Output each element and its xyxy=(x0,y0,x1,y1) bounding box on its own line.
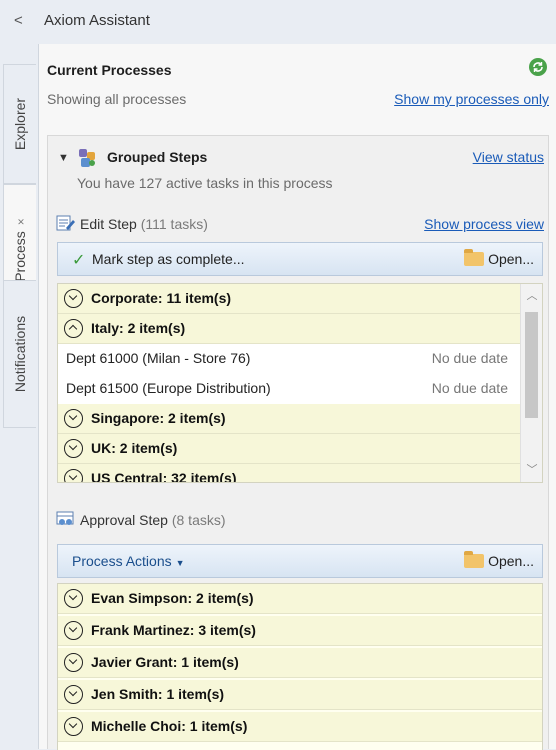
approval-step-task-count: (8 tasks) xyxy=(171,512,226,528)
edit-step-heading: Edit Step (111 tasks) xyxy=(80,216,208,232)
scroll-up-icon[interactable]: ︿ xyxy=(521,287,542,305)
view-status-link[interactable]: View status xyxy=(473,149,544,165)
group-row[interactable]: Jen Smith: 1 item(s) xyxy=(58,680,542,710)
open-button[interactable]: Open... xyxy=(464,249,534,267)
folder-icon xyxy=(464,249,485,266)
group-row-label: Michelle Choi: 1 item(s) xyxy=(91,718,248,734)
group-row-label: Italy: 2 item(s) xyxy=(91,320,186,336)
group-row-label: UK: 2 item(s) xyxy=(91,440,178,456)
scroll-down-icon[interactable]: ﹀ xyxy=(521,461,542,479)
group-row-label: Singapore: 2 item(s) xyxy=(91,410,226,426)
chevron-down-icon[interactable] xyxy=(64,289,83,308)
caret-down-icon: ▼ xyxy=(175,558,185,568)
current-processes-header: Current Processes Showing all processes … xyxy=(39,44,556,129)
approval-step-task-list: Evan Simpson: 2 item(s) Frank Martinez: … xyxy=(57,583,543,750)
tab-notifications-label: Notifications xyxy=(12,315,28,393)
show-process-view-link[interactable]: Show process view xyxy=(424,216,544,232)
group-row[interactable]: Evan Simpson: 2 item(s) xyxy=(58,584,542,614)
checkmark-icon: ✓ xyxy=(72,252,86,269)
tab-notifications[interactable]: Notifications xyxy=(3,280,36,428)
panel-title: Axiom Assistant xyxy=(44,12,150,29)
chevron-down-icon[interactable] xyxy=(64,589,83,608)
chevron-down-icon[interactable] xyxy=(64,685,83,704)
tab-process-label: Process xyxy=(12,231,28,282)
group-row[interactable]: Corporate: 11 item(s) xyxy=(58,284,542,314)
group-row[interactable]: Italy: 2 item(s) xyxy=(58,314,542,344)
group-row-label: Javier Grant: 1 item(s) xyxy=(91,654,239,670)
chevron-down-icon[interactable] xyxy=(64,717,83,736)
group-row-label: Frank Martinez: 3 item(s) xyxy=(91,622,256,638)
chevron-up-icon[interactable] xyxy=(64,319,83,338)
process-filter-status: Showing all processes xyxy=(47,91,187,107)
close-icon[interactable]: × xyxy=(14,218,28,225)
group-row[interactable]: Michelle Choi: 1 item(s) xyxy=(58,712,542,742)
edit-step-task-count: (111 tasks) xyxy=(140,216,208,232)
group-row-label: US Central: 32 item(s) xyxy=(91,470,237,483)
task-due-date: No due date xyxy=(431,380,508,396)
task-row[interactable]: Dept 61000 (Milan - Store 76) No due dat… xyxy=(58,344,542,374)
group-row[interactable]: Singapore: 2 item(s) xyxy=(58,404,542,434)
chevron-down-icon[interactable] xyxy=(64,439,83,458)
chevron-down-icon[interactable] xyxy=(64,409,83,428)
list-scrollbar[interactable]: ︿ ﹀ xyxy=(520,284,542,482)
collapse-chevron-icon[interactable]: < xyxy=(14,12,23,29)
show-my-processes-link[interactable]: Show my processes only xyxy=(394,91,549,107)
group-row[interactable]: US Central: 32 item(s) xyxy=(58,464,542,483)
open-button[interactable]: Open... xyxy=(464,551,534,569)
edit-step-icon xyxy=(56,214,76,232)
refresh-icon[interactable] xyxy=(529,58,547,76)
grouped-steps-section: ▼ Grouped Steps View status You have 127… xyxy=(47,135,549,750)
task-name: Dept 61500 (Europe Distribution) xyxy=(66,380,271,396)
current-processes-title: Current Processes xyxy=(47,62,172,78)
group-row[interactable]: Javier Grant: 1 item(s) xyxy=(58,648,542,678)
chevron-down-icon[interactable] xyxy=(64,653,83,672)
side-tab-strip: Explorer Process × Notifications xyxy=(0,44,38,749)
assistant-header: < Axiom Assistant xyxy=(0,0,556,44)
task-name: Dept 61000 (Milan - Store 76) xyxy=(66,350,251,366)
task-row[interactable]: Dept 61500 (Europe Distribution) No due … xyxy=(58,374,542,404)
group-row[interactable]: UK: 2 item(s) xyxy=(58,434,542,464)
chevron-down-icon[interactable] xyxy=(64,469,83,482)
approval-step-heading: Approval Step (8 tasks) xyxy=(80,512,226,528)
chevron-down-icon[interactable] xyxy=(64,621,83,640)
mark-step-complete-button[interactable]: Mark step as complete... xyxy=(92,251,245,267)
edit-step-toolbar: ✓ Mark step as complete... Open... xyxy=(57,242,543,276)
tab-explorer-label: Explorer xyxy=(12,97,28,151)
process-actions-label: Process Actions xyxy=(72,553,172,569)
edit-step-task-list: Corporate: 11 item(s) Italy: 2 item(s) D… xyxy=(57,283,543,483)
edit-step-title: Edit Step xyxy=(80,216,137,232)
process-panel: Current Processes Showing all processes … xyxy=(38,44,556,750)
task-due-date: No due date xyxy=(431,350,508,366)
group-row-label: Evan Simpson: 2 item(s) xyxy=(91,590,254,606)
folder-icon xyxy=(464,551,485,568)
group-row-label: Corporate: 11 item(s) xyxy=(91,290,232,306)
approval-step-title: Approval Step xyxy=(80,512,168,528)
open-label: Open... xyxy=(488,553,534,569)
scrollbar-thumb[interactable] xyxy=(525,312,538,418)
process-actions-dropdown[interactable]: Process Actions ▼ xyxy=(72,553,185,569)
approval-step-toolbar: Process Actions ▼ Open... xyxy=(57,544,543,578)
group-row-label: Jen Smith: 1 item(s) xyxy=(91,686,225,702)
grouped-steps-icon xyxy=(76,147,98,169)
group-row[interactable]: Frank Martinez: 3 item(s) xyxy=(58,616,542,646)
approval-step-icon xyxy=(56,510,76,528)
tab-process-label-wrap: Process × xyxy=(12,218,28,282)
collapse-caret-icon[interactable]: ▼ xyxy=(58,152,69,164)
grouped-steps-title: Grouped Steps xyxy=(107,149,208,165)
open-label: Open... xyxy=(488,251,534,267)
tab-explorer[interactable]: Explorer xyxy=(3,64,36,184)
active-tasks-summary: You have 127 active tasks in this proces… xyxy=(77,175,333,191)
